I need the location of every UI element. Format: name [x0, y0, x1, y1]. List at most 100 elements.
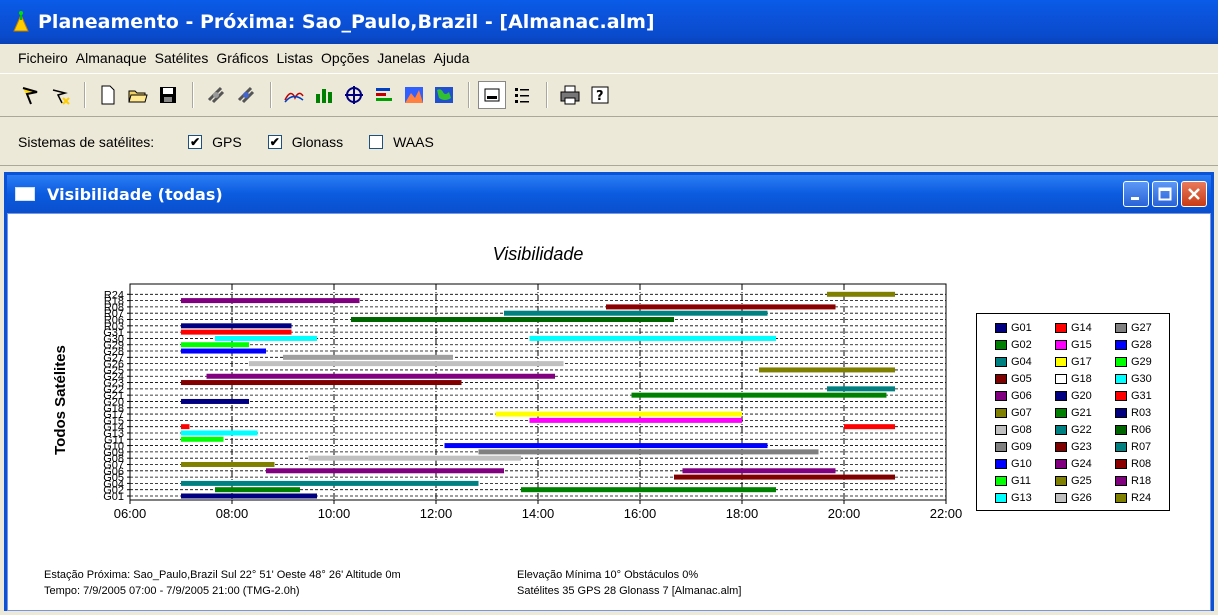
glonass-check-icon[interactable]: ✔ [267, 134, 282, 149]
menu-almanaque[interactable]: Almanaque [72, 50, 151, 66]
bar-chart-icon[interactable] [310, 81, 338, 109]
toolbar: ? [0, 73, 1218, 117]
legend-label: R03 [1131, 407, 1152, 419]
legend-label: G28 [1131, 339, 1152, 351]
legend-item-g31: G31 [1115, 390, 1152, 402]
legend-swatch [1115, 476, 1127, 486]
visibility-bar-g22 [827, 386, 895, 392]
visibility-bar-g15 [529, 417, 742, 423]
view-toggle-icon[interactable] [478, 81, 506, 109]
visibility-bar-r08 [606, 304, 836, 310]
world-map-icon[interactable] [430, 81, 458, 109]
legend-swatch [995, 459, 1007, 469]
menu-ficheiro[interactable]: Ficheiro [14, 50, 72, 66]
satellite-icon[interactable] [202, 81, 230, 109]
open-folder-icon[interactable] [124, 81, 152, 109]
legend-item-g02: G02 [995, 339, 1032, 351]
menu-satelites[interactable]: Satélites [151, 50, 213, 66]
list-icon[interactable] [508, 81, 536, 109]
visibility-bar-g02 [215, 487, 300, 493]
legend-label: G27 [1131, 322, 1152, 334]
visibility-bar-g14 [844, 424, 895, 430]
sky-plot-icon[interactable] [340, 81, 368, 109]
legend-item-g24: G24 [1055, 458, 1092, 470]
menu-listas[interactable]: Listas [272, 50, 317, 66]
elevation-icon[interactable] [280, 81, 308, 109]
legend-label: G10 [1011, 458, 1032, 470]
legend-item-g17: G17 [1055, 356, 1092, 368]
maximize-icon[interactable] [1152, 181, 1178, 207]
legend-item-g06: G06 [995, 390, 1032, 402]
chart-legend: G01 G14 G27 G02 G15 G28 G04 G17 G29 G05 G18 G30 G06 G… [976, 313, 1170, 511]
menu-bar: Ficheiro Almanaque Satélites Gráficos Li… [0, 44, 1218, 72]
visibility-window-titlebar[interactable]: Visibilidade (todas) [7, 175, 1211, 213]
legend-item-r24: R24 [1115, 492, 1151, 504]
satellite-alt-icon[interactable] [232, 81, 260, 109]
menu-ajuda[interactable]: Ajuda [430, 50, 474, 66]
legend-label: G18 [1071, 373, 1092, 385]
waas-unchecked-icon[interactable] [369, 134, 384, 149]
legend-swatch [1055, 340, 1067, 350]
legend-item-r08: R08 [1115, 458, 1151, 470]
menu-graficos[interactable]: Gráficos [212, 50, 272, 66]
legend-label: G07 [1011, 407, 1032, 419]
legend-label: G05 [1011, 373, 1032, 385]
close-icon[interactable] [1181, 181, 1207, 207]
checkbox-waas-label: WAAS [393, 133, 434, 150]
legend-swatch [995, 323, 1007, 333]
checkbox-waas[interactable]: WAAS [369, 134, 434, 150]
visibility-bar-g06 [266, 468, 504, 474]
legend-label: G08 [1011, 424, 1032, 436]
window-controls [1123, 181, 1207, 207]
visibility-bar-g23 [181, 380, 462, 386]
legend-swatch [1055, 391, 1067, 401]
legend-label: G13 [1011, 492, 1032, 504]
visibility-window-title: Visibilidade (todas) [47, 184, 223, 204]
visibility-bar-g29 [181, 342, 249, 348]
checkbox-glonass[interactable]: ✔ Glonass [267, 134, 343, 150]
select-icon[interactable] [16, 81, 44, 109]
legend-label: G09 [1011, 441, 1032, 453]
help-icon[interactable]: ? [586, 81, 614, 109]
legend-swatch [1115, 425, 1127, 435]
visibility-icon[interactable] [400, 81, 428, 109]
print-icon[interactable] [556, 81, 584, 109]
visibility-bar-g07 [181, 461, 275, 467]
menu-janelas[interactable]: Janelas [373, 50, 429, 66]
x-tick-label: 06:00 [114, 506, 147, 521]
legend-label: G20 [1071, 390, 1092, 402]
legend-swatch [995, 442, 1007, 452]
legend-item-g26: G26 [1055, 492, 1092, 504]
visibility-bar-r07 [504, 310, 768, 316]
legend-item-r03: R03 [1115, 407, 1151, 419]
toolbar-separator [468, 82, 470, 108]
visibility-bar-g02 [521, 487, 776, 493]
save-icon[interactable] [154, 81, 182, 109]
new-file-icon[interactable] [94, 81, 122, 109]
legend-item-g28: G28 [1115, 339, 1152, 351]
legend-item-g11: G11 [995, 475, 1031, 487]
legend-item-g30: G30 [1115, 373, 1152, 385]
visibility-bar-g24 [206, 373, 555, 379]
deselect-icon[interactable] [46, 81, 74, 109]
legend-item-r06: R06 [1115, 424, 1151, 436]
menu-opcoes[interactable]: Opções [317, 50, 373, 66]
legend-swatch [1115, 340, 1127, 350]
legend-label: R24 [1131, 492, 1152, 504]
toolbar-separator [546, 82, 548, 108]
toolbar-separator [192, 82, 194, 108]
toolbar-separator [270, 82, 272, 108]
legend-label: G06 [1011, 390, 1032, 402]
dop-icon[interactable] [370, 81, 398, 109]
checkbox-gps[interactable]: ✔ GPS [188, 134, 242, 150]
legend-label: G30 [1131, 373, 1152, 385]
x-tick-label: 10:00 [318, 506, 351, 521]
visibility-bar-g21 [631, 392, 887, 398]
minimize-icon[interactable] [1123, 181, 1149, 207]
legend-swatch [1115, 391, 1127, 401]
legend-swatch [1055, 493, 1067, 503]
elevation-info: Elevação Mínima 10° Obstáculos 0% [517, 569, 699, 581]
toolbar-separator [84, 82, 86, 108]
gps-check-icon[interactable]: ✔ [188, 134, 203, 149]
legend-swatch [995, 476, 1007, 486]
